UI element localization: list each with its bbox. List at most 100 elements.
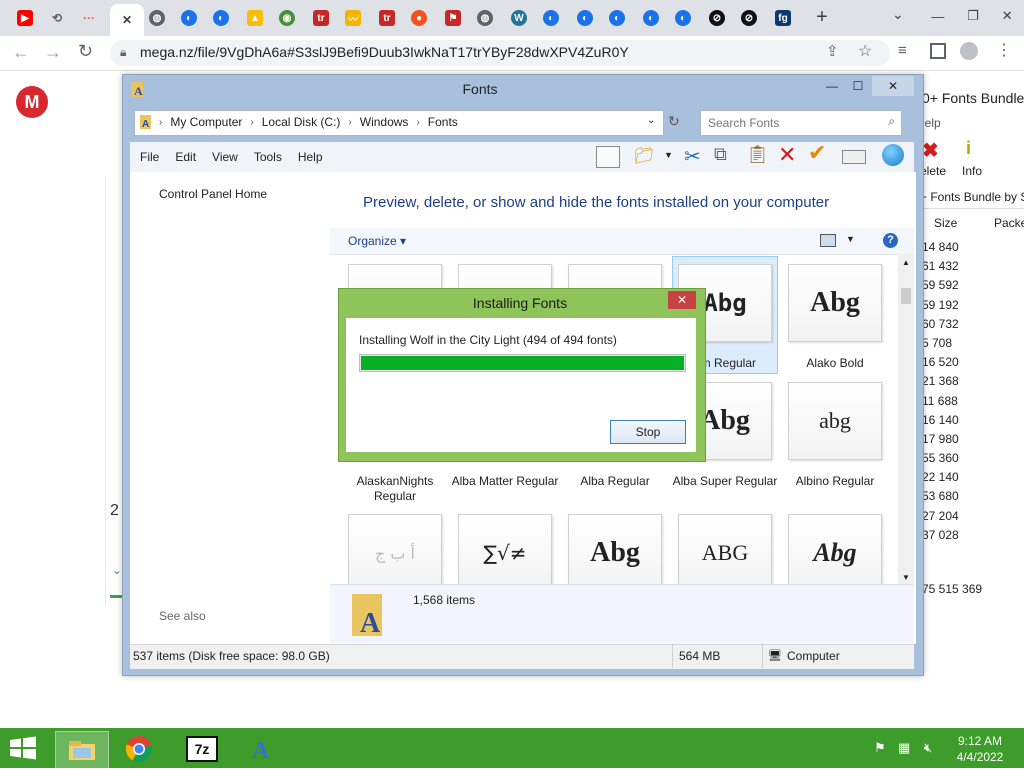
explorer-address-bar[interactable]: › My Computer › Local Disk (C:) › Windows › Fon… — [134, 110, 664, 136]
flag-tray-icon[interactable]: ⚑ — [874, 740, 886, 756]
url-text[interactable]: mega.nz/file/9VgDhA6a#S3slJ9Befi9Duub3Iw… — [140, 44, 629, 60]
breadcrumb-separator-icon[interactable]: › — [159, 117, 162, 128]
start-icon[interactable] — [8, 736, 38, 760]
browser-tab[interactable]: ◍ — [144, 5, 170, 31]
cut-icon[interactable]: ✂ — [684, 144, 701, 169]
menu-item-view[interactable]: View — [212, 150, 238, 164]
delete-icon[interactable]: ✕ — [778, 142, 796, 168]
browser-tab[interactable]: ▲ — [242, 5, 268, 31]
profile-avatar[interactable] — [960, 42, 978, 60]
restore-icon[interactable]: ❐ — [967, 8, 979, 24]
font-tile[interactable]: ABG — [678, 514, 774, 584]
minimize-icon[interactable]: — — [931, 9, 944, 24]
font-tile[interactable]: أ ب ج — [348, 514, 444, 584]
browser-tab[interactable]: tr — [374, 5, 400, 31]
browser-tab[interactable]: ◐ — [538, 5, 564, 31]
breadcrumb-separator-icon[interactable]: › — [250, 117, 253, 128]
copy-icon[interactable]: ⧉ — [714, 144, 727, 165]
back-icon[interactable]: ← — [12, 42, 30, 63]
new-tab-button[interactable]: + — [812, 6, 832, 28]
browser-tab[interactable]: fg — [770, 5, 796, 31]
close-icon[interactable]: ✕ — [668, 291, 696, 309]
vertical-scrollbar[interactable]: ▲ ▼ — [898, 254, 914, 584]
minimize-icon[interactable]: — — [818, 76, 846, 96]
browser-tab[interactable]: ◐ — [572, 5, 598, 31]
column-header-size[interactable]: Size — [934, 216, 957, 230]
sidepanel-icon[interactable] — [930, 43, 946, 59]
chevron-down-icon[interactable]: ▼ — [664, 150, 673, 160]
clock[interactable]: 9:12 AM 4/4/2022 — [948, 733, 1012, 765]
info-icon[interactable]: i — [966, 138, 971, 159]
stop-button[interactable]: Stop — [610, 420, 686, 444]
browser-tab[interactable]: 〰 — [340, 5, 366, 31]
column-header-packed[interactable]: Packe — [994, 216, 1024, 230]
media-icon[interactable]: ≡ — [898, 42, 907, 59]
properties-icon[interactable] — [842, 150, 866, 164]
file-explorer-taskbar-icon[interactable] — [55, 731, 109, 769]
browser-tab[interactable]: ◍ — [472, 5, 498, 31]
font-tile[interactable]: Abg — [788, 514, 884, 584]
lock-icon[interactable]: 🔒︎ — [120, 45, 126, 60]
browser-tab[interactable]: ✕ — [110, 4, 144, 36]
help-icon[interactable]: ? — [883, 233, 898, 248]
share-icon[interactable]: ⇪ — [826, 42, 839, 60]
close-icon[interactable]: ✕ — [872, 76, 914, 96]
browser-tab[interactable]: ··· — [76, 5, 102, 31]
bookmark-star-icon[interactable]: ☆ — [858, 41, 872, 61]
volume-muted-icon[interactable]: 🔇︎ — [924, 740, 932, 756]
browser-tab[interactable]: ◐ — [208, 5, 234, 31]
browser-tab[interactable]: ⊘ — [736, 5, 762, 31]
menu-item-edit[interactable]: Edit — [175, 150, 196, 164]
browser-tab[interactable]: ◐ — [638, 5, 664, 31]
paste-icon[interactable]: 📋︎ — [746, 144, 769, 165]
search-icon[interactable]: ⌕ — [888, 114, 895, 129]
browser-tab[interactable]: W — [506, 5, 532, 31]
maximize-icon[interactable]: ☐ — [844, 76, 872, 96]
browser-tab[interactable]: ◐ — [604, 5, 630, 31]
menu-item-tools[interactable]: Tools — [254, 150, 282, 164]
delete-icon[interactable]: ✖ — [922, 138, 939, 163]
breadcrumb-item[interactable]: My Computer — [170, 115, 242, 129]
browser-tab[interactable]: ◉ — [274, 5, 300, 31]
chrome-taskbar-icon[interactable] — [113, 731, 165, 767]
scroll-up-icon[interactable]: ▲ — [902, 258, 910, 267]
browser-tab[interactable]: ⊘ — [704, 5, 730, 31]
refresh-icon[interactable]: ↻ — [668, 113, 680, 130]
sevenzip-menu-help[interactable]: lelp — [922, 116, 941, 130]
tab-search-icon[interactable]: ⌄ — [892, 6, 908, 26]
sevenzip-taskbar-icon[interactable]: 7z — [176, 731, 228, 767]
scrollbar-thumb[interactable] — [901, 288, 911, 304]
browser-tab[interactable]: ◐ — [670, 5, 696, 31]
breadcrumb-item[interactable]: Fonts — [428, 115, 458, 129]
more-menu-icon[interactable]: ⋮ — [996, 40, 1012, 60]
checkmark-icon[interactable]: ✔ — [808, 140, 826, 166]
breadcrumb-separator-icon[interactable]: › — [348, 117, 351, 128]
close-icon[interactable]: ✕ — [1002, 8, 1013, 24]
network-tray-icon[interactable]: ▦ — [898, 740, 910, 756]
browser-tab[interactable]: ⟲ — [44, 5, 70, 31]
globe-icon[interactable] — [882, 144, 904, 166]
browser-tab[interactable]: ● — [406, 5, 432, 31]
sevenzip-info-label[interactable]: Info — [962, 164, 982, 178]
menu-item-help[interactable]: Help — [298, 150, 323, 164]
breadcrumb-item[interactable]: Local Disk (C:) — [262, 115, 341, 129]
breadcrumb-separator-icon[interactable]: › — [416, 117, 419, 128]
font-tile[interactable]: Abg Alako Bold — [788, 264, 884, 370]
font-tile[interactable]: Abg — [568, 514, 664, 584]
font-tile[interactable]: ∑√≠ — [458, 514, 554, 584]
reload-icon[interactable]: ↻ — [78, 41, 93, 62]
chevron-down-icon[interactable]: ▼ — [846, 234, 855, 244]
scroll-down-icon[interactable]: ▼ — [902, 573, 910, 582]
forward-icon[interactable]: → — [44, 42, 62, 63]
fonts-taskbar-icon[interactable]: A — [236, 731, 288, 767]
preview-pane-icon[interactable] — [596, 146, 620, 168]
organize-button[interactable]: Organize ▾ — [348, 234, 406, 248]
browser-tab[interactable]: ▶ — [12, 5, 38, 31]
browser-tab[interactable]: ⚑ — [440, 5, 466, 31]
browser-tab[interactable]: ◐ — [176, 5, 202, 31]
menu-item-file[interactable]: File — [140, 150, 159, 164]
font-tile[interactable]: abg Albino Regular — [788, 382, 884, 488]
mega-logo[interactable]: M — [16, 86, 48, 118]
chevron-down-icon[interactable]: ⌄ — [112, 563, 122, 577]
control-panel-home-link[interactable]: Control Panel Home — [159, 187, 267, 201]
